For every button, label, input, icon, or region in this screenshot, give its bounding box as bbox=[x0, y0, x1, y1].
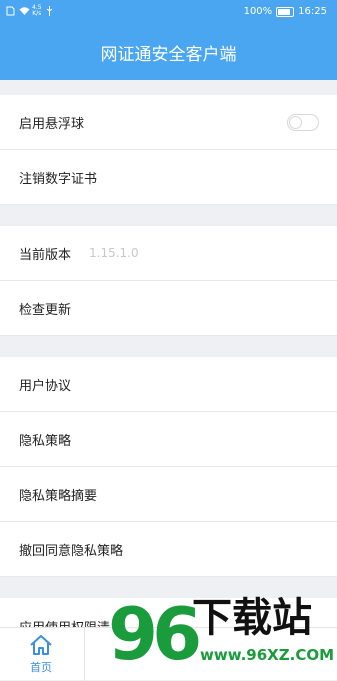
section-divider bbox=[0, 205, 337, 226]
clock: 16:25 bbox=[298, 6, 327, 17]
check-update-item[interactable]: 检查更新 bbox=[0, 281, 337, 336]
user-agreement-label: 用户协议 bbox=[19, 378, 72, 394]
check-update-label: 检查更新 bbox=[19, 302, 72, 318]
usb-icon bbox=[46, 6, 55, 16]
tab-divider bbox=[84, 628, 85, 681]
current-version-label: 当前版本 bbox=[19, 247, 72, 263]
watermark-logo: 96 下载站 www.96XZ.COM bbox=[108, 588, 337, 680]
toggle-knob bbox=[289, 116, 302, 129]
sim-icon bbox=[6, 6, 15, 16]
withdraw-consent-label: 撤回同意隐私策略 bbox=[19, 543, 124, 559]
revoke-certificate-label: 注销数字证书 bbox=[19, 171, 98, 187]
network-speed: 4.5 K/s bbox=[32, 5, 42, 17]
network-speed-unit: K/s bbox=[32, 10, 42, 17]
wifi-icon bbox=[19, 6, 30, 16]
floating-ball-toggle[interactable] bbox=[287, 114, 319, 131]
page-title: 网证通安全客户端 bbox=[100, 44, 237, 65]
app-bar: 网证通安全客户端 bbox=[0, 24, 337, 80]
section-divider bbox=[0, 80, 337, 95]
current-version-item: 当前版本 1.15.1.0 bbox=[0, 226, 337, 281]
tab-home-label: 首页 bbox=[30, 661, 52, 674]
section-divider bbox=[0, 336, 337, 357]
user-agreement-item[interactable]: 用户协议 bbox=[0, 357, 337, 412]
watermark-url: www.96XZ.COM bbox=[200, 646, 335, 664]
revoke-certificate-item[interactable]: 注销数字证书 bbox=[0, 150, 337, 205]
watermark-text: 下载站 bbox=[192, 595, 312, 641]
floating-ball-label: 启用悬浮球 bbox=[19, 116, 85, 132]
home-icon bbox=[29, 634, 53, 659]
privacy-summary-item[interactable]: 隐私策略摘要 bbox=[0, 467, 337, 522]
privacy-summary-label: 隐私策略摘要 bbox=[19, 488, 98, 504]
battery-icon bbox=[276, 6, 295, 17]
withdraw-consent-item[interactable]: 撤回同意隐私策略 bbox=[0, 522, 337, 577]
battery-percent: 100% bbox=[243, 6, 273, 17]
floating-ball-setting[interactable]: 启用悬浮球 bbox=[0, 95, 337, 150]
status-bar: 4.5 K/s 100% 16:25 bbox=[0, 0, 337, 24]
privacy-policy-label: 隐私策略 bbox=[19, 433, 72, 449]
privacy-policy-item[interactable]: 隐私策略 bbox=[0, 412, 337, 467]
tab-home[interactable]: 首页 bbox=[10, 628, 72, 681]
current-version-value: 1.15.1.0 bbox=[89, 246, 139, 260]
watermark-number: 96 bbox=[108, 592, 202, 676]
